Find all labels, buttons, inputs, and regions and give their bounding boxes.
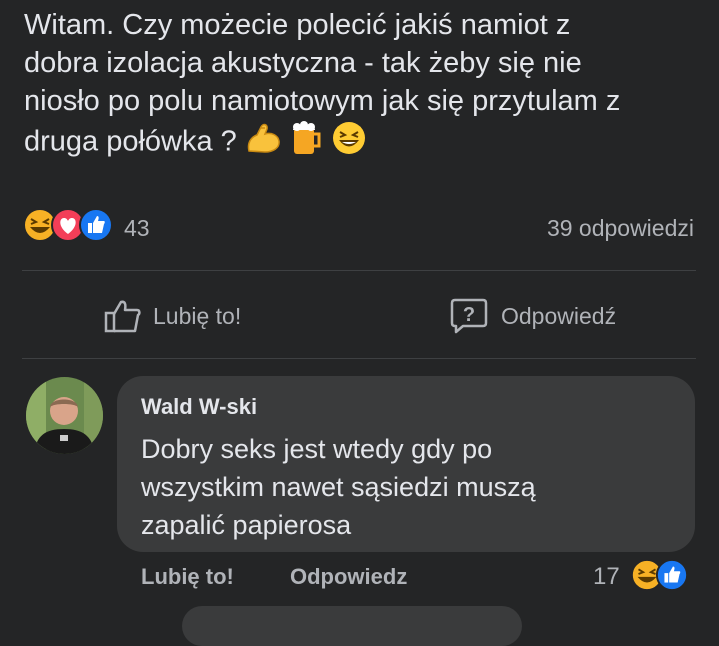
thumbs-up-icon	[103, 297, 143, 335]
post-line: dobra izolacja akustyczna - tak żeby się…	[24, 47, 582, 79]
post-line: Witam. Czy możecie polecić jakiś namiot …	[24, 9, 571, 41]
divider	[22, 270, 696, 271]
comment-bubble[interactable]: Wald W-ski Dobry seks jest wtedy gdy po …	[117, 376, 695, 552]
reply-count-link[interactable]: 39 odpowiedzi	[547, 215, 694, 242]
flexed-biceps-icon	[245, 121, 283, 165]
reply-button[interactable]: ? Odpowiedź	[449, 297, 616, 335]
svg-text:?: ?	[463, 304, 475, 326]
comment-question-icon: ?	[449, 297, 489, 335]
post-line: druga połówka ?	[24, 120, 704, 166]
divider	[22, 358, 696, 359]
avatar[interactable]	[26, 377, 103, 454]
post-line-text: druga połówka ?	[24, 125, 237, 158]
laughing-face-icon	[331, 120, 367, 166]
post-text: Witam. Czy możecie polecić jakiś namiot …	[24, 6, 704, 166]
comment-reaction-count[interactable]: 17	[593, 563, 620, 591]
post-line: niosło po polu namiotowym jak się przytu…	[24, 85, 621, 117]
like-label: Lubię to!	[153, 302, 242, 329]
reaction-count[interactable]: 43	[124, 215, 150, 242]
comment-line: Dobry seks jest wtedy gdy po	[141, 434, 493, 464]
like-react-icon	[655, 558, 689, 597]
reaction-summary: 43 39 odpowiedzi	[22, 207, 702, 247]
like-react-icon	[78, 207, 114, 248]
comment-like-button[interactable]: Lubię to!	[141, 564, 234, 590]
comment-line: zapalić papierosa	[141, 510, 352, 540]
comment-reply-button[interactable]: Odpowiedz	[290, 564, 407, 590]
comment-text: Dobry seks jest wtedy gdy po wszystkim n…	[141, 430, 661, 544]
reply-label: Odpowiedź	[501, 302, 617, 329]
comment-reaction-icons[interactable]	[630, 558, 689, 597]
like-button[interactable]: Lubię to!	[103, 297, 241, 335]
next-comment-bubble[interactable]	[182, 606, 522, 646]
comment-line: wszystkim nawet sąsiedzi muszą	[141, 472, 536, 502]
comment-author[interactable]: Wald W-ski	[141, 394, 257, 420]
beer-mug-icon	[291, 120, 323, 166]
reaction-icons[interactable]	[22, 207, 114, 247]
